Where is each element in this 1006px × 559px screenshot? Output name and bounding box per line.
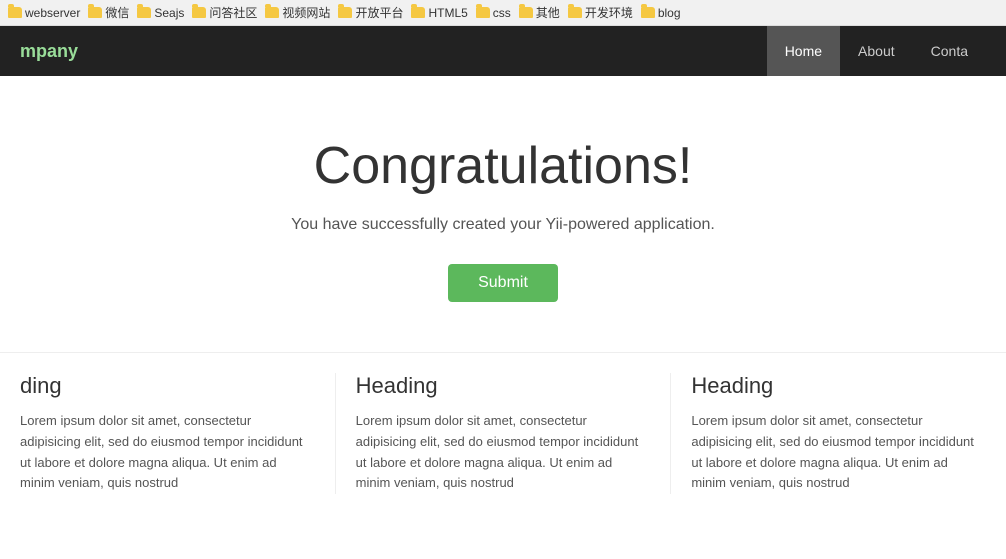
folder-icon	[641, 7, 655, 18]
bookmark-webserver[interactable]: webserver	[8, 6, 80, 20]
columns-section: ding Lorem ipsum dolor sit amet, consect…	[0, 352, 1006, 514]
folder-icon	[519, 7, 533, 18]
nav-item-home[interactable]: Home	[767, 26, 840, 76]
folder-icon	[476, 7, 490, 18]
folder-icon	[88, 7, 102, 18]
column-1-body: Lorem ipsum dolor sit amet, consectetur …	[20, 411, 315, 494]
column-2: Heading Lorem ipsum dolor sit amet, cons…	[336, 373, 672, 494]
bookmark-label: Seajs	[154, 6, 184, 20]
bookmark-label: 视频网站	[282, 4, 330, 21]
column-3: Heading Lorem ipsum dolor sit amet, cons…	[671, 373, 1006, 494]
column-3-body: Lorem ipsum dolor sit amet, consectetur …	[691, 411, 986, 494]
folder-icon	[8, 7, 22, 18]
folder-icon	[568, 7, 582, 18]
navbar-nav: Home About Conta	[767, 26, 986, 76]
nav-link-contact[interactable]: Conta	[913, 26, 986, 76]
bookmark-weixin[interactable]: 微信	[88, 4, 129, 21]
bookmark-label: css	[493, 6, 511, 20]
bookmark-label: 微信	[105, 4, 129, 21]
nav-link-home[interactable]: Home	[767, 26, 840, 76]
bookmark-video[interactable]: 视频网站	[265, 4, 330, 21]
nav-item-contact[interactable]: Conta	[913, 26, 986, 76]
folder-icon	[411, 7, 425, 18]
column-1-heading: ding	[20, 373, 315, 399]
bookmark-html5[interactable]: HTML5	[411, 6, 467, 20]
bookmark-qa[interactable]: 问答社区	[192, 4, 257, 21]
bookmark-label: webserver	[25, 6, 80, 20]
hero-heading: Congratulations!	[20, 136, 986, 196]
bookmark-label: 其他	[536, 4, 560, 21]
column-2-body: Lorem ipsum dolor sit amet, consectetur …	[356, 411, 651, 494]
nav-link-about[interactable]: About	[840, 26, 913, 76]
hero-subtext: You have successfully created your Yii-p…	[20, 216, 986, 234]
bookmarks-bar: webserver 微信 Seajs 问答社区 视频网站 开放平台 HTML5 …	[0, 0, 1006, 26]
navbar: mpany Home About Conta	[0, 26, 1006, 76]
submit-button[interactable]: Submit	[448, 264, 558, 302]
folder-icon	[192, 7, 206, 18]
column-2-heading: Heading	[356, 373, 651, 399]
bookmark-seajs[interactable]: Seajs	[137, 6, 184, 20]
folder-icon	[137, 7, 151, 18]
bookmark-open-platform[interactable]: 开放平台	[338, 4, 403, 21]
bookmark-dev-env[interactable]: 开发环境	[568, 4, 633, 21]
bookmark-label: 开发环境	[585, 4, 633, 21]
column-1: ding Lorem ipsum dolor sit amet, consect…	[0, 373, 336, 494]
column-3-heading: Heading	[691, 373, 986, 399]
folder-icon	[265, 7, 279, 18]
bookmark-label: blog	[658, 6, 681, 20]
bookmark-label: 问答社区	[209, 4, 257, 21]
nav-item-about[interactable]: About	[840, 26, 913, 76]
bookmark-label: HTML5	[428, 6, 467, 20]
navbar-brand[interactable]: mpany	[20, 41, 78, 62]
bookmark-label: 开放平台	[355, 4, 403, 21]
folder-icon	[338, 7, 352, 18]
bookmark-other[interactable]: 其他	[519, 4, 560, 21]
hero-section: Congratulations! You have successfully c…	[0, 76, 1006, 352]
bookmark-css[interactable]: css	[476, 6, 511, 20]
bookmark-blog[interactable]: blog	[641, 6, 681, 20]
